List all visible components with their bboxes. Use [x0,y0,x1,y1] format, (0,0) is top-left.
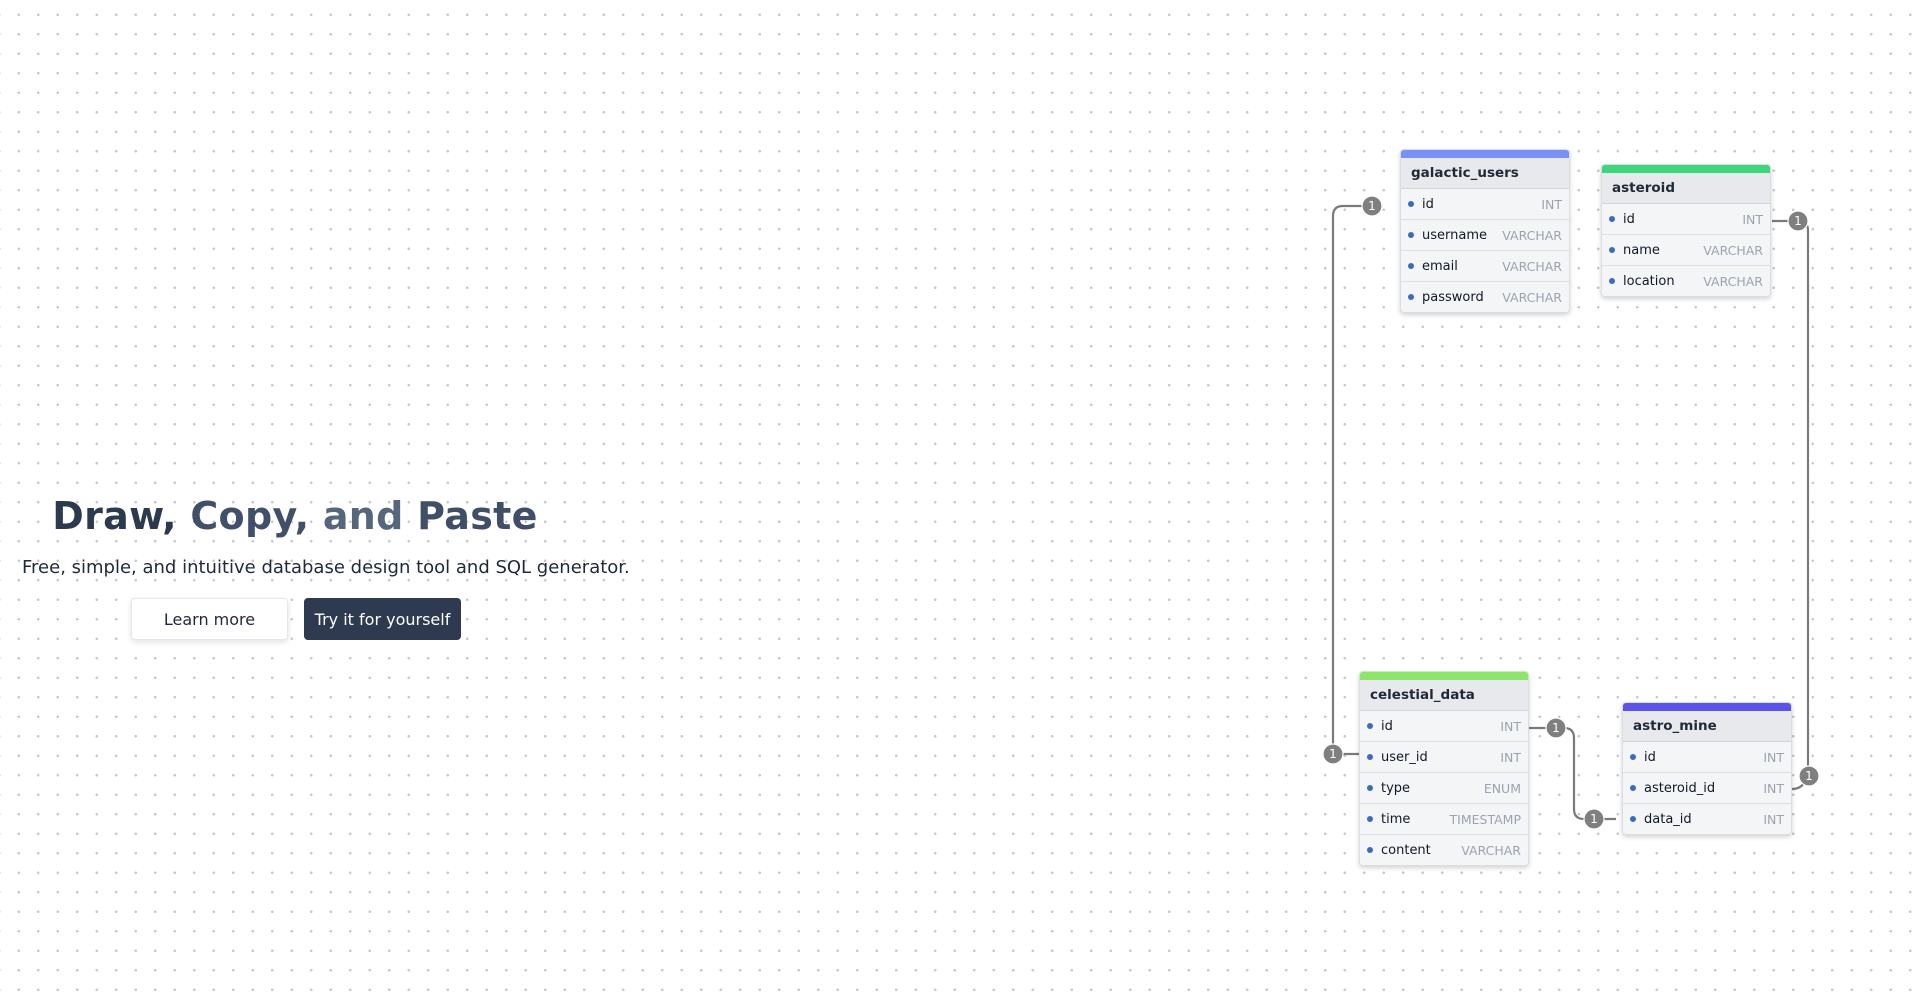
field-bullet-icon [1630,816,1636,822]
cardinality-badge-mine-asteroid-id: 1 [1798,765,1820,787]
svg-text:1: 1 [1552,721,1560,735]
field-name: user_id [1381,749,1428,765]
hero-title-word: Paste [417,494,538,538]
field-bullet-icon [1367,754,1373,760]
hero-title-word: Copy, [190,494,310,538]
field-name: location [1623,273,1675,289]
field-name: asteroid_id [1644,780,1716,796]
svg-text:1: 1 [1794,214,1802,228]
field-row[interactable]: data_id INT [1623,804,1791,834]
cardinality-badge-asteroid-id: 1 [1787,210,1809,232]
field-row[interactable]: id INT [1401,189,1569,220]
field-type: INT [1500,718,1521,734]
table-astro-mine[interactable]: astro_mineid INT asteroid_id INT data_id INT [1622,702,1792,835]
table-color-bar [1623,703,1791,711]
field-bullet-icon [1408,201,1414,207]
field-bullet-icon [1609,247,1615,253]
field-type: INT [1541,196,1562,212]
field-bullet-icon [1367,723,1373,729]
field-type: INT [1763,749,1784,765]
field-bullet-icon [1609,278,1615,284]
svg-text:1: 1 [1805,769,1813,783]
table-galactic-users[interactable]: galactic_usersid INT username VARCHAR email V… [1400,149,1570,313]
field-row[interactable]: username VARCHAR [1401,220,1569,251]
field-bullet-icon [1630,785,1636,791]
svg-text:1: 1 [1368,199,1376,213]
field-row[interactable]: id INT [1602,204,1770,235]
field-row[interactable]: location VARCHAR [1602,266,1770,296]
hero-section: Draw, Copy, and Paste Free, simple, and … [0,0,700,999]
field-type: INT [1763,811,1784,827]
field-type: INT [1500,749,1521,765]
field-name: id [1623,211,1635,227]
field-bullet-icon [1609,216,1615,222]
table-asteroid[interactable]: asteroid id INT name VARCHAR location VARCHAR [1601,164,1771,297]
field-row[interactable]: type ENUM [1360,773,1528,804]
hero-title-word: and [322,494,404,538]
field-name: type [1381,780,1411,796]
table-color-bar [1602,165,1770,173]
table-header[interactable]: astro_mine [1623,711,1791,742]
field-bullet-icon [1408,294,1414,300]
field-name: email [1422,258,1458,274]
field-type: VARCHAR [1502,258,1562,274]
field-type: VARCHAR [1703,273,1763,289]
field-bullet-icon [1367,816,1373,822]
hero-title: Draw, Copy, and Paste [0,494,590,538]
cardinality-badge-mine-data-id: 1 [1583,808,1605,830]
cardinality-badge-celestial-user-id: 1 [1322,743,1344,765]
hero-title-word: Draw, [52,494,177,538]
table-header[interactable]: asteroid [1602,173,1770,204]
try-it-button[interactable]: Try it for yourself [304,598,461,640]
relationship-line-celestial-mine [1527,726,1616,821]
field-row[interactable]: asteroid_id INT [1623,773,1791,804]
field-name: content [1381,842,1431,858]
field-name: name [1623,242,1660,258]
field-row[interactable]: password VARCHAR [1401,282,1569,312]
field-type: TIMESTAMP [1449,811,1521,827]
learn-more-button[interactable]: Learn more [131,598,288,640]
cardinality-badge-celestial-id: 1 [1545,717,1567,739]
field-row[interactable]: name VARCHAR [1602,235,1770,266]
table-celestial-data[interactable]: celestial_dataid INT user_id INT type ENUM tim… [1359,671,1529,866]
field-type: ENUM [1483,780,1521,796]
field-bullet-icon [1408,232,1414,238]
field-name: password [1422,289,1484,305]
svg-text:1: 1 [1590,812,1598,826]
svg-text:1: 1 [1329,747,1337,761]
field-type: INT [1763,780,1784,796]
field-type: VARCHAR [1502,289,1562,305]
field-type: INT [1742,211,1763,227]
table-color-bar [1401,150,1569,158]
field-row[interactable]: id INT [1360,711,1528,742]
field-row[interactable]: id INT [1623,742,1791,773]
field-row[interactable]: email VARCHAR [1401,251,1569,282]
field-name: id [1422,196,1434,212]
field-bullet-icon [1630,754,1636,760]
field-row[interactable]: user_id INT [1360,742,1528,773]
field-name: username [1422,227,1487,243]
hero-subtitle: Free, simple, and intuitive database des… [22,557,630,578]
field-bullet-icon [1408,263,1414,269]
field-name: time [1381,811,1411,827]
field-row[interactable]: time TIMESTAMP [1360,804,1528,835]
field-bullet-icon [1367,785,1373,791]
table-color-bar [1360,672,1528,680]
table-header[interactable]: galactic_users [1401,158,1569,189]
field-name: id [1644,749,1656,765]
field-row[interactable]: content VARCHAR [1360,835,1528,865]
field-bullet-icon [1367,847,1373,853]
field-type: VARCHAR [1502,227,1562,243]
table-header[interactable]: celestial_data [1360,680,1528,711]
field-name: data_id [1644,811,1692,827]
field-type: VARCHAR [1703,242,1763,258]
field-name: id [1381,718,1393,734]
canvas[interactable]: Draw, Copy, and Paste Free, simple, and … [0,0,1923,999]
cardinality-badge-users-id: 1 [1361,195,1383,217]
field-type: VARCHAR [1461,842,1521,858]
